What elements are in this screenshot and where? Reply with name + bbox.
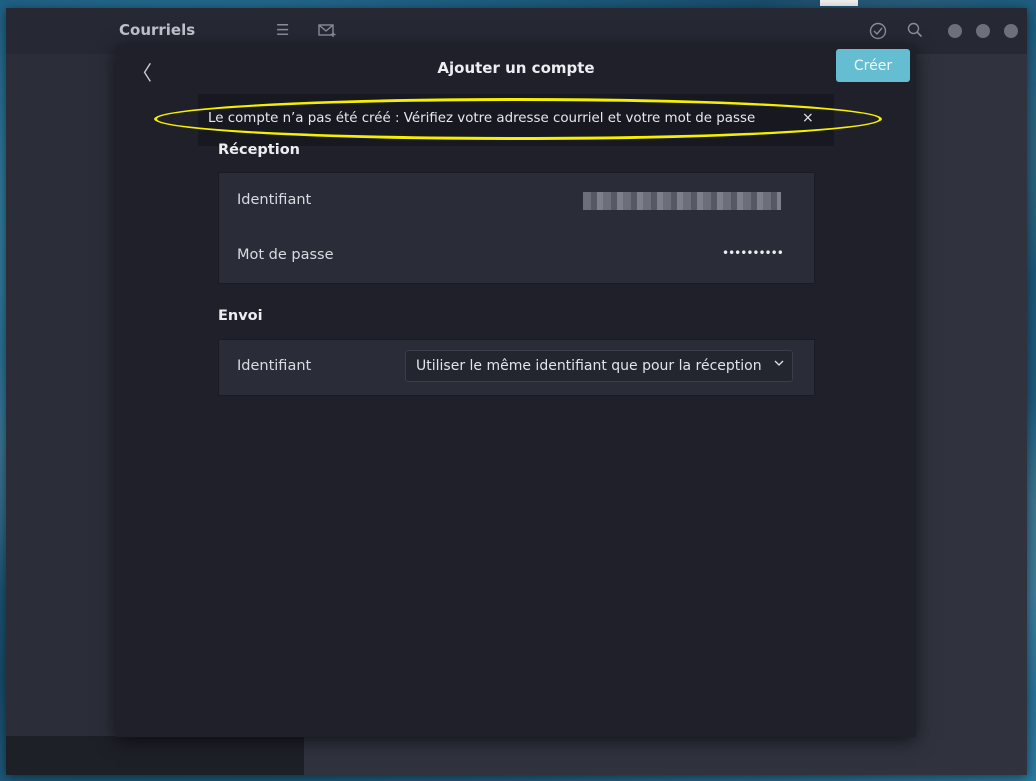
desktop-strip <box>820 0 858 6</box>
sending-identifier-selected: Utiliser le même identifiant que pour la… <box>416 358 762 374</box>
reception-password-field[interactable]: •••••••••• <box>722 246 784 260</box>
error-notification: Le compte n’a pas été créé : Vérifiez vo… <box>198 94 834 146</box>
menu-icon[interactable]: ☰ <box>276 22 289 38</box>
minimize-button[interactable] <box>948 24 962 38</box>
error-message: Le compte n’a pas été créé : Vérifiez vo… <box>208 111 756 126</box>
close-icon[interactable]: × <box>802 110 814 126</box>
reception-password-label: Mot de passe <box>237 247 334 263</box>
reception-section-title: Réception <box>218 142 300 158</box>
sending-identifier-select[interactable]: Utiliser le même identifiant que pour la… <box>405 350 793 382</box>
check-icon[interactable] <box>869 22 887 43</box>
sending-card: Identifiant Utiliser le même identifiant… <box>218 339 815 396</box>
chevron-down-icon <box>774 357 784 371</box>
reception-card: Identifiant Mot de passe •••••••••• <box>218 172 815 284</box>
folder-pane-footer <box>6 736 304 775</box>
dialog-title: Ajouter un compte <box>437 59 595 77</box>
compose-icon[interactable] <box>318 22 336 41</box>
close-window-button[interactable] <box>1004 24 1018 38</box>
add-account-dialog: 〈 Ajouter un compte Créer Le compte n’a … <box>116 45 916 737</box>
search-icon[interactable] <box>907 22 923 41</box>
maximize-button[interactable] <box>976 24 990 38</box>
app-title: Courriels <box>119 21 196 39</box>
reception-identifier-label: Identifiant <box>237 192 312 208</box>
sending-section-title: Envoi <box>218 308 263 324</box>
sending-identifier-label: Identifiant <box>237 358 312 374</box>
create-button[interactable]: Créer <box>836 49 910 82</box>
reception-identifier-value[interactable] <box>583 192 781 210</box>
